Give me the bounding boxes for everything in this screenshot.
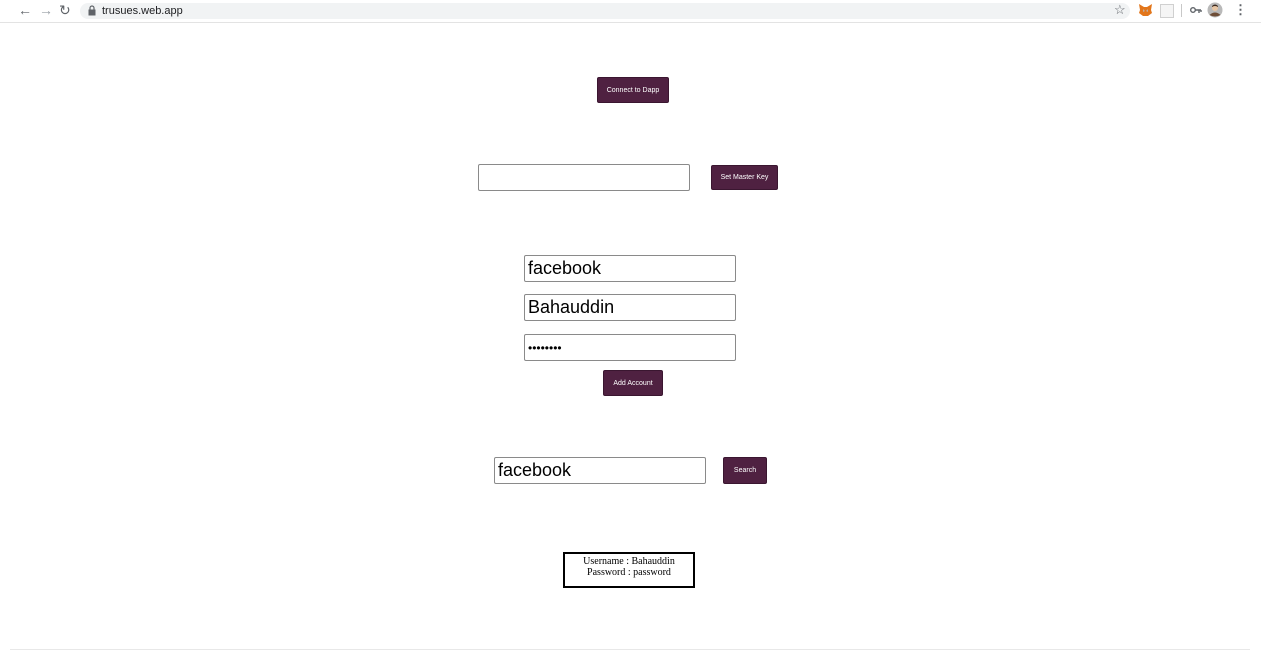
result-username: Username : Bahauddin bbox=[583, 556, 675, 567]
url-text: trusues.web.app bbox=[102, 5, 183, 17]
star-icon[interactable]: ☆ bbox=[1114, 2, 1126, 18]
address-bar[interactable]: trusues.web.app bbox=[80, 3, 1130, 19]
password-input[interactable] bbox=[524, 334, 736, 361]
lock-icon bbox=[88, 5, 96, 16]
forward-icon[interactable]: → bbox=[39, 2, 53, 18]
profile-avatar[interactable] bbox=[1207, 2, 1223, 18]
search-button[interactable]: Search bbox=[723, 457, 767, 484]
search-input[interactable] bbox=[494, 457, 706, 484]
add-account-button[interactable]: Add Account bbox=[603, 370, 663, 396]
site-input[interactable] bbox=[524, 255, 736, 282]
key-icon[interactable] bbox=[1190, 6, 1202, 14]
back-icon[interactable]: ← bbox=[18, 2, 32, 18]
connect-dapp-button[interactable]: Connect to Dapp bbox=[597, 77, 669, 103]
result-box: Username : Bahauddin Password : password bbox=[563, 552, 695, 588]
result-password: Password : password bbox=[587, 567, 671, 578]
browser-toolbar: ← → ↻ trusues.web.app ☆ ⋮ bbox=[0, 0, 1261, 23]
master-key-input[interactable] bbox=[478, 164, 690, 191]
reload-icon[interactable]: ↻ bbox=[59, 2, 71, 18]
metamask-icon[interactable] bbox=[1139, 4, 1152, 16]
menu-icon[interactable]: ⋮ bbox=[1234, 2, 1247, 18]
toolbar-divider bbox=[1181, 4, 1182, 17]
extension-icon[interactable] bbox=[1160, 4, 1174, 18]
username-input[interactable] bbox=[524, 294, 736, 321]
set-master-key-button[interactable]: Set Master Key bbox=[711, 165, 778, 190]
